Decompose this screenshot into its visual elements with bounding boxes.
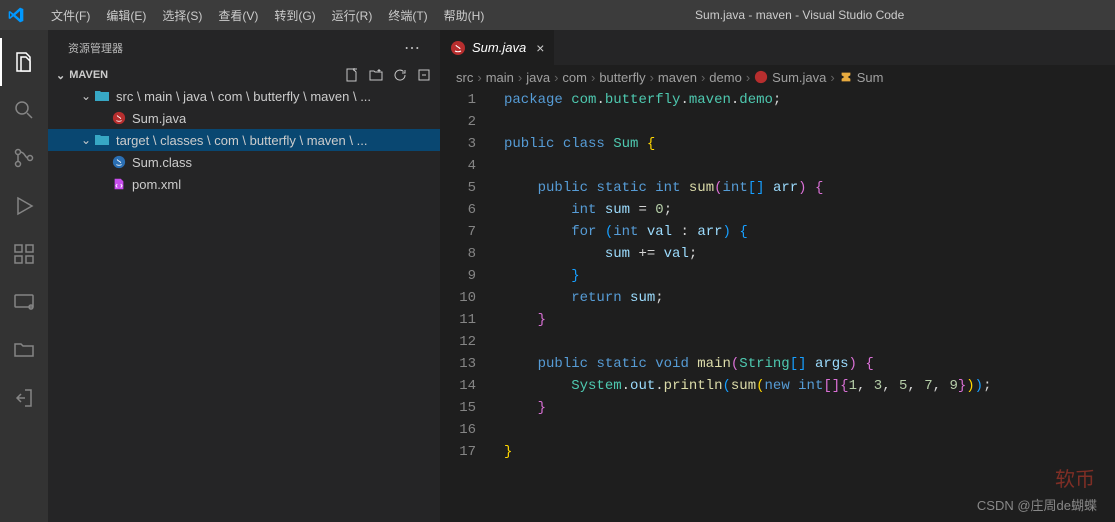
tree-label: src \ main \ java \ com \ butterfly \ ma…: [116, 89, 371, 104]
menu-4[interactable]: 转到(G): [266, 9, 323, 23]
sidebar: 资源管理器 ⋯ ⌄ MAVEN ⌄src \ main \ jav: [48, 30, 440, 522]
menu-6[interactable]: 终端(T): [380, 9, 435, 23]
folder-icon[interactable]: [0, 326, 48, 374]
explorer-section-header[interactable]: ⌄ MAVEN: [48, 65, 440, 85]
refresh-icon[interactable]: [392, 67, 408, 83]
java-icon: [112, 111, 126, 125]
editor-tabs: Sum.java ×: [440, 30, 1115, 65]
explorer-icon[interactable]: [0, 38, 48, 86]
tree-label: Sum.java: [132, 111, 186, 126]
menu-0[interactable]: 文件(F): [43, 9, 98, 23]
tree-item-3[interactable]: Sum.class: [48, 151, 440, 173]
folder-icon: [94, 88, 110, 104]
breadcrumb-item[interactable]: demo: [709, 70, 742, 85]
collapse-icon[interactable]: [416, 67, 432, 83]
tab-sum-java[interactable]: Sum.java ×: [440, 30, 555, 65]
code-editor[interactable]: 1234567891011121314151617 package com.bu…: [440, 89, 1115, 522]
chevron-down-icon: ⌄: [56, 69, 65, 82]
new-file-icon[interactable]: [344, 67, 360, 83]
more-actions-icon[interactable]: ⋯: [404, 38, 420, 58]
tree-item-1[interactable]: Sum.java: [48, 107, 440, 129]
sidebar-title: 资源管理器: [68, 40, 123, 56]
send-icon[interactable]: [0, 374, 48, 422]
tree-item-2[interactable]: ⌄ target \ classes \ com \ butterfly \ ma…: [48, 129, 440, 151]
code-content[interactable]: package com.butterfly.maven.demo; public…: [494, 89, 1115, 522]
breadcrumb-item[interactable]: com: [562, 70, 587, 85]
menu-1[interactable]: 编辑(E): [98, 9, 154, 23]
menu-2[interactable]: 选择(S): [154, 9, 210, 23]
sidebar-header: 资源管理器 ⋯: [48, 30, 440, 65]
search-icon[interactable]: [0, 86, 48, 134]
tree-label: target \ classes \ com \ butterfly \ mav…: [116, 133, 367, 148]
menu-7[interactable]: 帮助(H): [436, 9, 493, 23]
vscode-logo-icon: [8, 7, 43, 23]
tree-item-0[interactable]: ⌄ src \ main \ java \ com \ butterfly \ m…: [48, 85, 440, 107]
new-folder-icon[interactable]: [368, 67, 384, 83]
file-tree: ⌄ src \ main \ java \ com \ butterfly \ m…: [48, 85, 440, 195]
folder-icon: [94, 132, 110, 148]
breadcrumbs[interactable]: src›main›java›com›butterfly›maven›demo›S…: [440, 65, 1115, 89]
breadcrumb-item[interactable]: maven: [658, 70, 697, 85]
watermark-text: CSDN @庄周de蝴蝶: [977, 495, 1097, 514]
breadcrumb-item[interactable]: butterfly: [599, 70, 645, 85]
tree-label: pom.xml: [132, 177, 181, 192]
chevron-down-icon: ⌄: [78, 89, 94, 103]
project-name: MAVEN: [69, 69, 108, 81]
breadcrumb-item[interactable]: src: [456, 70, 473, 85]
tree-label: Sum.class: [132, 155, 192, 170]
remote-icon[interactable]: [0, 278, 48, 326]
breadcrumb-item[interactable]: Sum: [839, 70, 884, 85]
breadcrumb-item[interactable]: java: [526, 70, 550, 85]
breadcrumb-item[interactable]: main: [486, 70, 514, 85]
breadcrumb-item[interactable]: Sum.java: [754, 70, 826, 85]
menu-5[interactable]: 运行(R): [324, 9, 381, 23]
window-title: Sum.java - maven - Visual Studio Code: [492, 8, 1107, 22]
xml-icon: [112, 177, 126, 191]
line-numbers: 1234567891011121314151617: [440, 89, 494, 522]
extensions-icon[interactable]: [0, 230, 48, 278]
close-icon[interactable]: ×: [536, 40, 544, 56]
title-bar: 文件(F)编辑(E)选择(S)查看(V)转到(G)运行(R)终端(T)帮助(H)…: [0, 0, 1115, 30]
source-control-icon[interactable]: [0, 134, 48, 182]
activity-bar: [0, 30, 48, 522]
javaclass-icon: [112, 155, 126, 169]
watermark-logo: 软币: [1055, 463, 1095, 492]
debug-icon[interactable]: [0, 182, 48, 230]
editor-area: Sum.java × src›main›java›com›butterfly›m…: [440, 30, 1115, 522]
java-icon: [450, 40, 466, 56]
tree-item-4[interactable]: pom.xml: [48, 173, 440, 195]
menu-bar: 文件(F)编辑(E)选择(S)查看(V)转到(G)运行(R)终端(T)帮助(H): [43, 7, 492, 24]
menu-3[interactable]: 查看(V): [210, 9, 266, 23]
tab-label: Sum.java: [472, 40, 526, 55]
chevron-down-icon: ⌄: [78, 133, 94, 147]
